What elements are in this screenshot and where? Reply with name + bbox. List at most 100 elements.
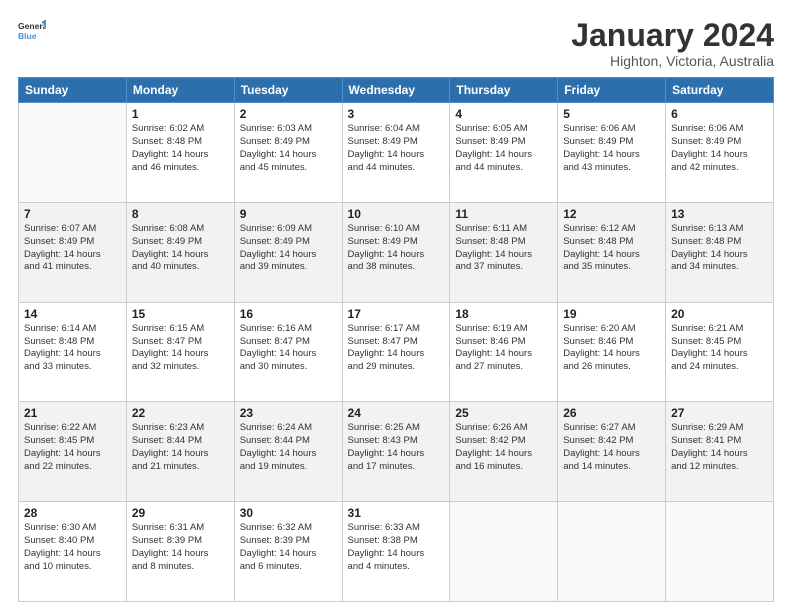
day-number: 8 xyxy=(132,207,229,221)
day-number: 9 xyxy=(240,207,337,221)
header-cell-wednesday: Wednesday xyxy=(342,78,450,103)
logo-icon: General Blue xyxy=(18,18,46,46)
calendar-cell xyxy=(19,103,127,203)
day-info: Sunrise: 6:12 AM Sunset: 8:48 PM Dayligh… xyxy=(563,223,660,274)
calendar-cell: 20 Sunrise: 6:21 AM Sunset: 8:45 PM Dayli… xyxy=(666,302,774,402)
day-info: Sunrise: 6:02 AM Sunset: 8:48 PM Dayligh… xyxy=(132,123,229,174)
day-number: 25 xyxy=(455,406,552,420)
calendar-cell: 9 Sunrise: 6:09 AM Sunset: 8:49 PM Daylig… xyxy=(234,202,342,302)
calendar-cell: 31 Sunrise: 6:33 AM Sunset: 8:38 PM Dayli… xyxy=(342,502,450,602)
day-info: Sunrise: 6:31 AM Sunset: 8:39 PM Dayligh… xyxy=(132,522,229,573)
day-number: 3 xyxy=(348,107,445,121)
header-cell-sunday: Sunday xyxy=(19,78,127,103)
calendar-cell: 5Sunrise: 6:06 AM Sunset: 8:49 PM Daylig… xyxy=(558,103,666,203)
day-number: 14 xyxy=(24,307,121,321)
calendar-cell: 6 Sunrise: 6:06 AM Sunset: 8:49 PM Daylig… xyxy=(666,103,774,203)
day-info: Sunrise: 6:29 AM Sunset: 8:41 PM Dayligh… xyxy=(671,422,768,473)
title-block: January 2024 Highton, Victoria, Australi… xyxy=(571,18,774,69)
week-row-3: 14Sunrise: 6:14 AM Sunset: 8:48 PM Dayli… xyxy=(19,302,774,402)
calendar-cell: 24Sunrise: 6:25 AM Sunset: 8:43 PM Dayli… xyxy=(342,402,450,502)
day-info: Sunrise: 6:23 AM Sunset: 8:44 PM Dayligh… xyxy=(132,422,229,473)
week-row-4: 21 Sunrise: 6:22 AM Sunset: 8:45 PM Dayli… xyxy=(19,402,774,502)
day-info: Sunrise: 6:19 AM Sunset: 8:46 PM Dayligh… xyxy=(455,323,552,374)
day-info: Sunrise: 6:30 AM Sunset: 8:40 PM Dayligh… xyxy=(24,522,121,573)
day-number: 20 xyxy=(671,307,768,321)
calendar-table: SundayMondayTuesdayWednesdayThursdayFrid… xyxy=(18,77,774,602)
day-info: Sunrise: 6:26 AM Sunset: 8:42 PM Dayligh… xyxy=(455,422,552,473)
header-cell-friday: Friday xyxy=(558,78,666,103)
calendar-cell: 14Sunrise: 6:14 AM Sunset: 8:48 PM Dayli… xyxy=(19,302,127,402)
calendar-cell: 29 Sunrise: 6:31 AM Sunset: 8:39 PM Dayli… xyxy=(126,502,234,602)
header-cell-saturday: Saturday xyxy=(666,78,774,103)
calendar-cell: 15 Sunrise: 6:15 AM Sunset: 8:47 PM Dayli… xyxy=(126,302,234,402)
day-info: Sunrise: 6:15 AM Sunset: 8:47 PM Dayligh… xyxy=(132,323,229,374)
day-info: Sunrise: 6:09 AM Sunset: 8:49 PM Dayligh… xyxy=(240,223,337,274)
header-cell-thursday: Thursday xyxy=(450,78,558,103)
calendar-cell: 2 Sunrise: 6:03 AM Sunset: 8:49 PM Daylig… xyxy=(234,103,342,203)
day-number: 27 xyxy=(671,406,768,420)
day-number: 4 xyxy=(455,107,552,121)
week-row-1: 1 Sunrise: 6:02 AM Sunset: 8:48 PM Daylig… xyxy=(19,103,774,203)
calendar-cell xyxy=(558,502,666,602)
day-number: 10 xyxy=(348,207,445,221)
calendar-cell: 18Sunrise: 6:19 AM Sunset: 8:46 PM Dayli… xyxy=(450,302,558,402)
calendar-cell: 7Sunrise: 6:07 AM Sunset: 8:49 PM Daylig… xyxy=(19,202,127,302)
svg-text:General: General xyxy=(18,21,46,31)
day-number: 16 xyxy=(240,307,337,321)
calendar-cell: 8 Sunrise: 6:08 AM Sunset: 8:49 PM Daylig… xyxy=(126,202,234,302)
calendar-cell: 27 Sunrise: 6:29 AM Sunset: 8:41 PM Dayli… xyxy=(666,402,774,502)
calendar-cell: 10 Sunrise: 6:10 AM Sunset: 8:49 PM Dayli… xyxy=(342,202,450,302)
calendar-cell xyxy=(666,502,774,602)
calendar-cell: 21 Sunrise: 6:22 AM Sunset: 8:45 PM Dayli… xyxy=(19,402,127,502)
day-info: Sunrise: 6:24 AM Sunset: 8:44 PM Dayligh… xyxy=(240,422,337,473)
calendar-cell: 19Sunrise: 6:20 AM Sunset: 8:46 PM Dayli… xyxy=(558,302,666,402)
calendar-cell xyxy=(450,502,558,602)
calendar-cell: 17 Sunrise: 6:17 AM Sunset: 8:47 PM Dayli… xyxy=(342,302,450,402)
header-cell-monday: Monday xyxy=(126,78,234,103)
calendar-cell: 4 Sunrise: 6:05 AM Sunset: 8:49 PM Daylig… xyxy=(450,103,558,203)
header: General Blue January 2024 Highton, Victo… xyxy=(18,18,774,69)
subtitle: Highton, Victoria, Australia xyxy=(571,53,774,69)
day-number: 7 xyxy=(24,207,121,221)
day-info: Sunrise: 6:13 AM Sunset: 8:48 PM Dayligh… xyxy=(671,223,768,274)
day-number: 12 xyxy=(563,207,660,221)
page: General Blue January 2024 Highton, Victo… xyxy=(0,0,792,612)
day-number: 21 xyxy=(24,406,121,420)
day-info: Sunrise: 6:10 AM Sunset: 8:49 PM Dayligh… xyxy=(348,223,445,274)
day-info: Sunrise: 6:06 AM Sunset: 8:49 PM Dayligh… xyxy=(671,123,768,174)
calendar-cell: 11Sunrise: 6:11 AM Sunset: 8:48 PM Dayli… xyxy=(450,202,558,302)
calendar-cell: 28 Sunrise: 6:30 AM Sunset: 8:40 PM Dayli… xyxy=(19,502,127,602)
calendar-cell: 16Sunrise: 6:16 AM Sunset: 8:47 PM Dayli… xyxy=(234,302,342,402)
day-number: 29 xyxy=(132,506,229,520)
week-row-2: 7Sunrise: 6:07 AM Sunset: 8:49 PM Daylig… xyxy=(19,202,774,302)
week-row-5: 28 Sunrise: 6:30 AM Sunset: 8:40 PM Dayli… xyxy=(19,502,774,602)
day-info: Sunrise: 6:08 AM Sunset: 8:49 PM Dayligh… xyxy=(132,223,229,274)
day-info: Sunrise: 6:06 AM Sunset: 8:49 PM Dayligh… xyxy=(563,123,660,174)
day-info: Sunrise: 6:21 AM Sunset: 8:45 PM Dayligh… xyxy=(671,323,768,374)
calendar-cell: 26 Sunrise: 6:27 AM Sunset: 8:42 PM Dayli… xyxy=(558,402,666,502)
day-info: Sunrise: 6:17 AM Sunset: 8:47 PM Dayligh… xyxy=(348,323,445,374)
day-number: 15 xyxy=(132,307,229,321)
day-number: 1 xyxy=(132,107,229,121)
day-info: Sunrise: 6:27 AM Sunset: 8:42 PM Dayligh… xyxy=(563,422,660,473)
day-info: Sunrise: 6:04 AM Sunset: 8:49 PM Dayligh… xyxy=(348,123,445,174)
day-info: Sunrise: 6:22 AM Sunset: 8:45 PM Dayligh… xyxy=(24,422,121,473)
day-info: Sunrise: 6:33 AM Sunset: 8:38 PM Dayligh… xyxy=(348,522,445,573)
day-number: 2 xyxy=(240,107,337,121)
day-number: 6 xyxy=(671,107,768,121)
day-number: 31 xyxy=(348,506,445,520)
day-number: 17 xyxy=(348,307,445,321)
day-info: Sunrise: 6:20 AM Sunset: 8:46 PM Dayligh… xyxy=(563,323,660,374)
day-info: Sunrise: 6:03 AM Sunset: 8:49 PM Dayligh… xyxy=(240,123,337,174)
day-number: 11 xyxy=(455,207,552,221)
day-info: Sunrise: 6:05 AM Sunset: 8:49 PM Dayligh… xyxy=(455,123,552,174)
calendar-cell: 25 Sunrise: 6:26 AM Sunset: 8:42 PM Dayli… xyxy=(450,402,558,502)
day-number: 28 xyxy=(24,506,121,520)
calendar-cell: 3 Sunrise: 6:04 AM Sunset: 8:49 PM Daylig… xyxy=(342,103,450,203)
day-info: Sunrise: 6:25 AM Sunset: 8:43 PM Dayligh… xyxy=(348,422,445,473)
calendar-cell: 13Sunrise: 6:13 AM Sunset: 8:48 PM Dayli… xyxy=(666,202,774,302)
calendar-cell: 30Sunrise: 6:32 AM Sunset: 8:39 PM Dayli… xyxy=(234,502,342,602)
header-row: SundayMondayTuesdayWednesdayThursdayFrid… xyxy=(19,78,774,103)
day-number: 26 xyxy=(563,406,660,420)
logo: General Blue xyxy=(18,18,46,46)
